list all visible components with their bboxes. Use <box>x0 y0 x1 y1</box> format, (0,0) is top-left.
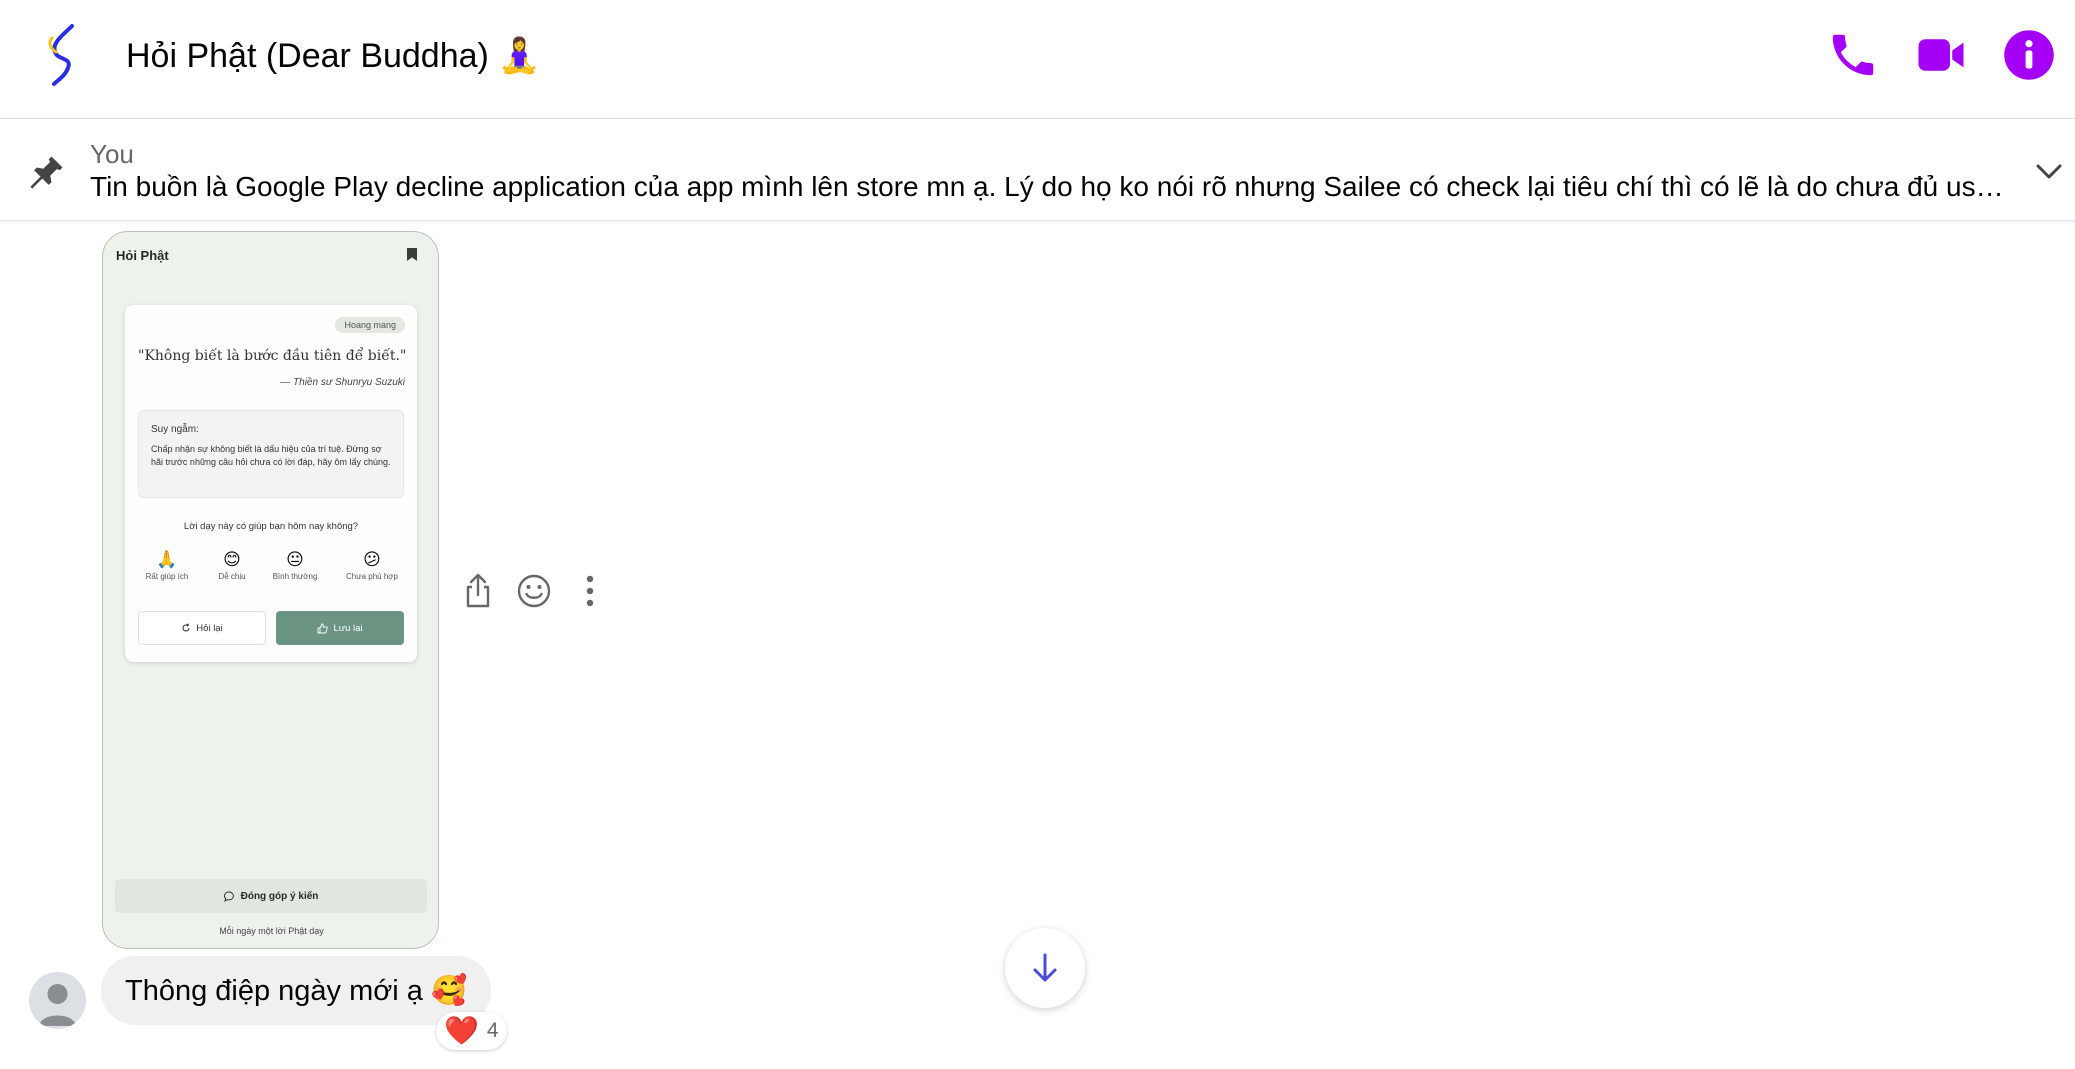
video-camera-icon <box>1918 39 1964 71</box>
heart-reaction-icon: ❤️ <box>444 1015 479 1046</box>
video-call-button[interactable] <box>1914 28 1968 82</box>
chat-bubble-icon <box>223 891 234 902</box>
chevron-down-icon[interactable] <box>2034 161 2064 183</box>
share-icon <box>466 573 490 608</box>
arrow-down-icon <box>1033 953 1057 982</box>
emoji-option: 😕 Chưa phù hợp <box>346 550 398 581</box>
teaching-card: Hoang mang "Không biết là bước đầu tiên … <box>125 305 417 662</box>
bookmark-icon <box>407 248 417 261</box>
save-button: Lưu lại <box>276 611 404 645</box>
message-reaction[interactable]: ❤️ 4 <box>436 1012 507 1050</box>
ask-again-button: Hỏi lại <box>138 611 266 645</box>
emotion-tag: Hoang mang <box>335 317 405 333</box>
more-options-icon <box>586 575 594 607</box>
pin-icon <box>30 156 63 189</box>
reflection-text: Chấp nhận sự không biết là dấu hiệu của … <box>151 444 391 467</box>
scroll-to-bottom-button[interactable] <box>1005 928 1085 1008</box>
reaction-count: 4 <box>486 1019 499 1042</box>
user-avatar-icon <box>39 984 76 1026</box>
emoji-option: 😐 Bình thường <box>272 550 318 581</box>
phone-icon <box>1832 34 1874 76</box>
more-options-button[interactable] <box>570 571 610 611</box>
share-button[interactable] <box>458 571 498 611</box>
audio-call-button[interactable] <box>1826 28 1880 82</box>
thumbs-up-icon <box>318 623 329 633</box>
react-button[interactable] <box>514 571 554 611</box>
emoji-option: 😊 Dễ chịu <box>218 550 246 581</box>
emoji-option: 🙏 Rất giúp ích <box>145 550 189 581</box>
app-logo <box>48 24 74 86</box>
pinned-author: You <box>90 139 134 169</box>
pinned-message-bar[interactable]: You Tin buồn là Google Play decline appl… <box>0 119 2075 221</box>
quote-text: "Không biết là bước đầu tiên để biết." <box>138 348 407 364</box>
chat-title[interactable]: Hỏi Phật (Dear Buddha) 🧘‍♀️ <box>126 36 541 76</box>
phone-app-title: Hỏi Phật <box>116 248 169 263</box>
image-attachment[interactable]: Hỏi Phật Hoang mang "Không biết là bước … <box>102 231 439 949</box>
info-icon <box>2004 30 2054 80</box>
reflection-box: Suy ngẫm: Chấp nhận sự không biết là dấu… <box>138 410 404 498</box>
message-bubble[interactable]: Thông điệp ngày mới ạ 🥰 <box>101 956 492 1025</box>
feedback-button: Đóng góp ý kiến <box>115 879 427 913</box>
chat-header: Hỏi Phật (Dear Buddha) 🧘‍♀️ <box>0 0 2075 119</box>
phone-footer-text: Mỗi ngày một lời Phật dạy <box>219 926 324 936</box>
emoji-reaction-icon <box>517 574 551 608</box>
conversation-info-button[interactable] <box>2002 28 2056 82</box>
refresh-icon <box>182 623 190 632</box>
feedback-question: Lời dạy này có giúp bạn hôm nay không? <box>183 521 359 532</box>
reflection-label: Suy ngẫm: <box>151 424 199 435</box>
quote-author: — Thiền sư Shunryu Suzuki <box>280 377 405 388</box>
pinned-text: Tin buồn là Google Play decline applicat… <box>90 171 2010 202</box>
avatar[interactable] <box>29 972 86 1029</box>
